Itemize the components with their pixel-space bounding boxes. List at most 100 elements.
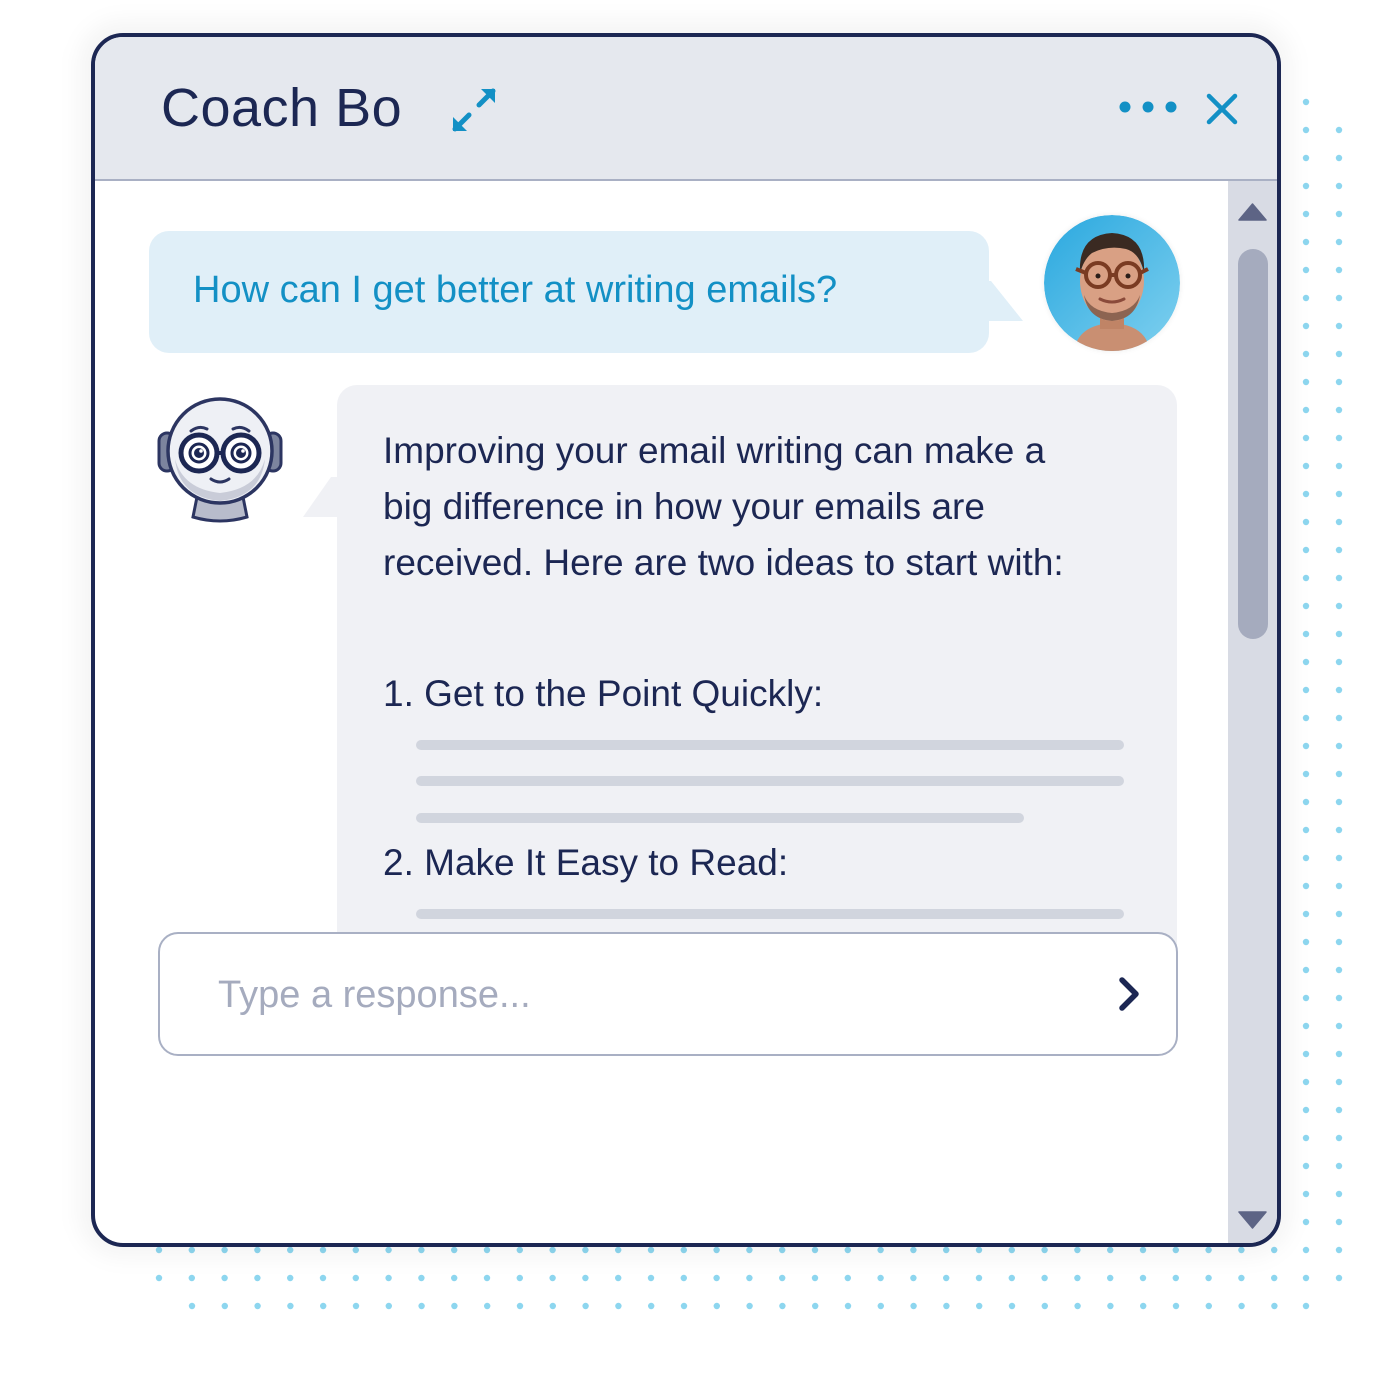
- pattern-dot: [1302, 210, 1310, 218]
- pattern-dot: [812, 1302, 819, 1310]
- more-horizontal-icon[interactable]: [1117, 95, 1179, 119]
- pattern-dot: [615, 1302, 622, 1310]
- pattern-dot: [1335, 378, 1343, 386]
- pattern-dot: [1302, 714, 1310, 722]
- vertical-scrollbar[interactable]: [1228, 181, 1277, 1243]
- pattern-dot: [516, 1302, 524, 1310]
- pattern-dot: [647, 1274, 655, 1282]
- pattern-dot: [155, 1274, 163, 1282]
- pattern-dot: [1335, 546, 1343, 554]
- pattern-dot: [1302, 1106, 1310, 1114]
- pattern-dot: [943, 1302, 950, 1310]
- bot-message-intro: Improving your email writing can make a …: [383, 430, 1064, 583]
- placeholder-line: [416, 813, 1024, 823]
- triangle-up-icon[interactable]: [1238, 203, 1267, 221]
- pattern-dot: [320, 1302, 327, 1310]
- pattern-dot: [582, 1302, 589, 1310]
- user-message-text: How can I get better at writing emails?: [193, 269, 838, 311]
- pattern-dot: [221, 1274, 228, 1282]
- pattern-dot: [779, 1302, 786, 1310]
- pattern-dot: [975, 1274, 983, 1282]
- pattern-dot: [1238, 1302, 1245, 1310]
- pattern-dot: [1302, 770, 1310, 778]
- close-icon[interactable]: [1205, 92, 1239, 126]
- pattern-dot: [844, 1302, 852, 1310]
- pattern-dot: [1335, 854, 1343, 862]
- pattern-dot: [1335, 210, 1343, 218]
- pattern-dot: [1335, 434, 1343, 442]
- pattern-dot: [1335, 322, 1343, 330]
- pattern-dot: [287, 1302, 294, 1310]
- pattern-dot: [1302, 1302, 1310, 1310]
- pattern-dot: [352, 1302, 360, 1310]
- pattern-dot: [1302, 126, 1310, 134]
- pattern-dot: [1302, 798, 1310, 806]
- pattern-dot: [1335, 462, 1343, 470]
- pattern-dot: [811, 1274, 819, 1282]
- pattern-dot: [1335, 574, 1343, 582]
- pattern-dot: [1335, 1246, 1343, 1254]
- pattern-dot: [1335, 182, 1343, 190]
- pattern-dot: [1335, 1078, 1343, 1086]
- pattern-dot: [1302, 462, 1310, 470]
- pattern-dot: [484, 1302, 491, 1310]
- pattern-dot: [418, 1274, 425, 1282]
- expand-arrows-icon[interactable]: [449, 85, 499, 135]
- pattern-dot: [1302, 378, 1310, 386]
- pattern-dot: [1238, 1274, 1245, 1282]
- pattern-dot: [1074, 1274, 1081, 1282]
- pattern-dot: [1008, 1274, 1015, 1282]
- pattern-dot: [1335, 1134, 1343, 1142]
- pattern-dot: [1335, 826, 1343, 834]
- pattern-dot: [1302, 686, 1310, 694]
- placeholder-line: [416, 776, 1124, 786]
- pattern-dot: [1302, 490, 1310, 498]
- pattern-dot: [1302, 294, 1310, 302]
- pattern-dot: [254, 1302, 261, 1310]
- pattern-dot: [713, 1274, 720, 1282]
- tip-heading-1: 1. Get to the Point Quickly:: [383, 673, 824, 714]
- pattern-dot: [1302, 322, 1310, 330]
- pattern-dot: [1302, 910, 1310, 918]
- user-photo-avatar: [1044, 215, 1180, 351]
- triangle-down-icon[interactable]: [1238, 1211, 1267, 1229]
- pattern-dot: [1335, 266, 1343, 274]
- pattern-dot: [779, 1274, 786, 1282]
- pattern-dot: [1335, 1050, 1343, 1058]
- pattern-dot: [680, 1302, 688, 1310]
- pattern-dot: [976, 1302, 983, 1310]
- chat-window: Coach Bo How can I get better at writing…: [91, 33, 1281, 1247]
- pattern-dot: [1335, 770, 1343, 778]
- chevron-right-icon[interactable]: [1110, 974, 1150, 1014]
- pattern-dot: [1140, 1302, 1147, 1310]
- user-bubble-tail: [985, 281, 1023, 321]
- pattern-dot: [1335, 1190, 1343, 1198]
- pattern-dot: [1335, 966, 1343, 974]
- pattern-dot: [1205, 1274, 1212, 1282]
- scrollbar-thumb[interactable]: [1238, 249, 1268, 639]
- pattern-dot: [1302, 154, 1310, 162]
- pattern-dot: [451, 1274, 458, 1282]
- pattern-dot: [1302, 350, 1310, 358]
- pattern-dot: [1302, 1078, 1310, 1086]
- pattern-dot: [1335, 126, 1343, 134]
- pattern-dot: [1008, 1302, 1016, 1310]
- pattern-dot: [1074, 1302, 1081, 1310]
- pattern-dot: [1335, 686, 1343, 694]
- user-message-bubble: How can I get better at writing emails?: [149, 231, 989, 353]
- response-input[interactable]: [216, 958, 1080, 1032]
- pattern-dot: [483, 1274, 491, 1282]
- pattern-dot: [1302, 966, 1310, 974]
- pattern-dot: [713, 1302, 720, 1310]
- pattern-dot: [1335, 882, 1343, 890]
- pattern-dot: [1041, 1274, 1048, 1282]
- pattern-dot: [1335, 406, 1343, 414]
- pattern-dot: [1302, 1190, 1310, 1198]
- pattern-dot: [1302, 994, 1310, 1002]
- pattern-dot: [1335, 602, 1343, 610]
- pattern-dot: [1335, 490, 1343, 498]
- pattern-dot: [1335, 994, 1343, 1002]
- pattern-dot: [1335, 294, 1343, 302]
- chat-area: How can I get better at writing emails?: [95, 181, 1224, 1243]
- pattern-dot: [1302, 938, 1310, 946]
